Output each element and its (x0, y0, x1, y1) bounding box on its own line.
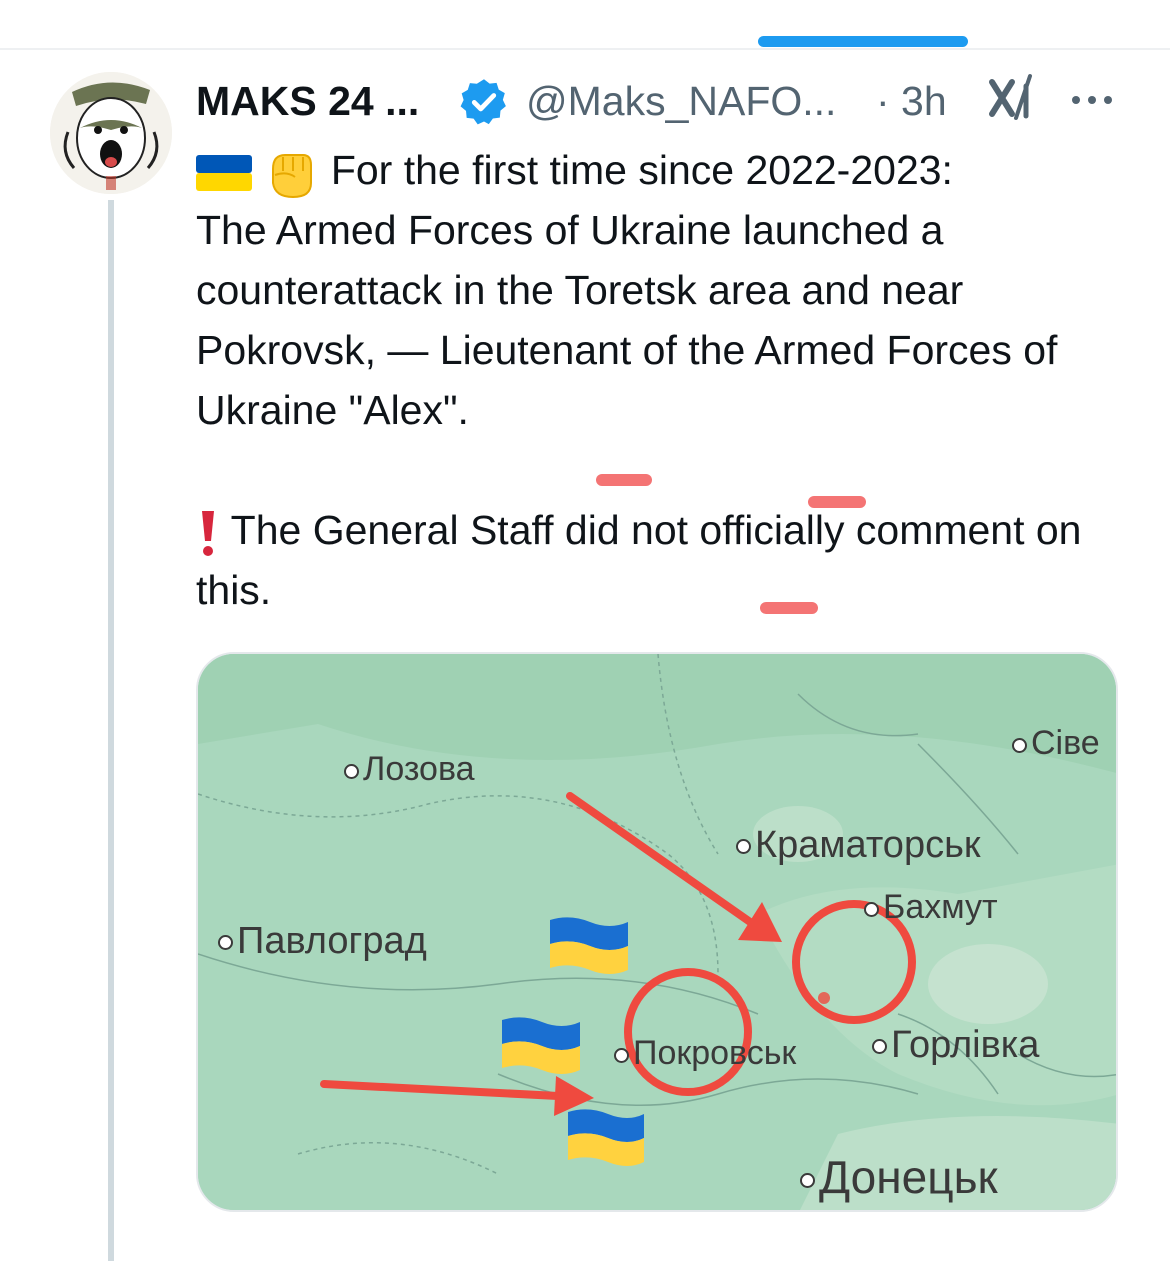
tweet-note: The General Staff did not officially com… (196, 500, 1136, 620)
active-tab-indicator (758, 36, 968, 47)
red-scribble-mark (596, 474, 652, 486)
tweet-line-1: For the first time since 2022-2023: (330, 147, 953, 193)
red-scribble-mark (808, 496, 866, 508)
tweet-media-map[interactable]: Лозова Сіве Краматорськ Бахмут Павлоград… (196, 652, 1118, 1212)
red-exclamation-emoji (202, 511, 214, 557)
city-label-lozova: Лозова (344, 750, 475, 789)
grok-xai-icon[interactable] (986, 72, 1038, 124)
verified-badge-icon (460, 79, 506, 125)
tweet-action-bar (196, 1248, 1136, 1262)
city-label-horlivka: Горлівка (872, 1024, 1039, 1067)
city-label-pavlohrad: Павлоград (218, 920, 427, 963)
tweet-note-text: The General Staff did not officially com… (196, 507, 1082, 613)
user-handle[interactable]: @Maks_NAFO... (526, 78, 836, 125)
tweet-body: The Armed Forces of Ukraine launched a c… (196, 207, 1058, 433)
ukraine-flag-map-1 (550, 917, 628, 974)
avatar-image (50, 72, 172, 194)
city-label-bakhmut: Бахмут (864, 888, 998, 927)
city-label-kramatorsk: Краматорськ (736, 824, 981, 867)
ukraine-flag-emoji (196, 155, 252, 192)
top-bar (0, 0, 1170, 48)
timestamp[interactable]: · 3h (876, 78, 947, 125)
tweet-text: For the first time since 2022-2023: The … (196, 140, 1136, 440)
city-label-pokrovsk: Покровськ (614, 1034, 796, 1073)
ukraine-flag-map-2 (502, 1017, 580, 1074)
ukraine-flag-map-3 (568, 1109, 644, 1166)
red-scribble-mark (760, 602, 818, 614)
city-label-sive: Сіве (1012, 724, 1100, 763)
more-options-icon[interactable] (1068, 88, 1116, 112)
avatar[interactable] (50, 72, 172, 194)
top-divider (0, 48, 1170, 50)
thread-line (108, 200, 114, 1261)
display-name[interactable]: MAKS 24 ... (196, 78, 419, 125)
city-label-donetsk: Донецьк (800, 1150, 998, 1204)
raised-fist-emoji (272, 154, 313, 199)
